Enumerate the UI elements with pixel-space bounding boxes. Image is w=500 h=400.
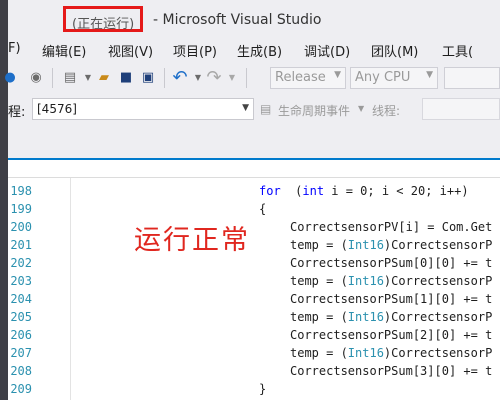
code-text: temp = ( xyxy=(290,274,348,288)
thread-select[interactable] xyxy=(422,98,500,120)
platform-value: Any CPU xyxy=(355,70,411,85)
code-line: CorrectsensorPSum[1][0] += t xyxy=(290,292,492,306)
dropdown-arrow-icon[interactable]: ▼ xyxy=(190,70,206,86)
chevron-down-icon: ▼ xyxy=(426,70,433,80)
menu-project[interactable]: 项目(P) xyxy=(173,41,217,60)
editor-navigation-bar xyxy=(8,160,500,178)
code-keyword: for xyxy=(259,184,281,198)
redo-icon[interactable]: ↷ xyxy=(206,69,222,87)
dropdown-arrow-icon[interactable]: ▼ xyxy=(224,70,240,86)
toolbar-separator xyxy=(246,68,247,88)
code-text: temp = ( xyxy=(290,346,348,360)
title-bar: (正在运行) - Microsoft Visual Studio xyxy=(8,0,500,38)
code-text: )CorrectsensorP xyxy=(383,310,493,324)
code-text: temp = ( xyxy=(290,238,348,252)
code-text: CorrectsensorPSum[3][0] += t xyxy=(290,364,493,378)
chevron-down-icon: ▼ xyxy=(242,103,249,113)
code-editor[interactable]: 198 199 200 201 202 203 204 205 206 207 … xyxy=(8,160,500,400)
save-icon[interactable]: ■ xyxy=(118,70,134,86)
code-text: )CorrectsensorP xyxy=(383,274,493,288)
process-value: [4576] xyxy=(37,102,77,116)
code-text: CorrectsensorPSum[2][0] += t xyxy=(290,328,493,342)
code-line: } xyxy=(259,382,266,396)
running-normally-annotation: 运行正常 xyxy=(134,225,250,256)
solution-platform-select[interactable]: Any CPU ▼ xyxy=(350,67,438,89)
open-file-icon[interactable]: ▰ xyxy=(96,70,112,86)
code-line: CorrectsensorPSum[2][0] += t xyxy=(290,328,492,342)
code-line: temp = (Int16)CorrectsensorP xyxy=(290,346,492,360)
menu-file[interactable]: F) xyxy=(8,41,21,56)
toolbar-extra-select[interactable] xyxy=(444,67,500,89)
code-text: i = 0; i < 20; i++) xyxy=(324,184,469,198)
code-line: temp = (Int16)CorrectsensorP xyxy=(290,238,492,252)
save-all-icon[interactable]: ▣ xyxy=(140,70,156,86)
code-line: CorrectsensorPSum[0][0] += t xyxy=(290,256,492,270)
undo-icon[interactable]: ↶ xyxy=(172,69,188,87)
back-icon[interactable]: ● xyxy=(2,70,18,86)
code-text: )CorrectsensorP xyxy=(383,238,493,252)
lifecycle-events-icon[interactable]: ▤ xyxy=(260,102,271,116)
window-title: - Microsoft Visual Studio xyxy=(153,12,322,28)
thread-label: 线程: xyxy=(372,104,401,118)
menu-edit[interactable]: 编辑(E) xyxy=(42,41,86,60)
code-line: CorrectsensorPSum[3][0] += t xyxy=(290,364,492,378)
code-text: CorrectsensorPV[i] = Com.Get xyxy=(290,220,493,234)
code-text: ( xyxy=(280,184,303,198)
code-text: { xyxy=(259,202,267,216)
lifecycle-events-button[interactable]: 生命周期事件 xyxy=(278,102,350,119)
running-status-highlight: (正在运行) xyxy=(63,6,144,32)
code-text: CorrectsensorPSum[0][0] += t xyxy=(290,256,493,270)
dropdown-arrow-icon[interactable]: ▼ xyxy=(80,70,96,86)
left-panel-edge xyxy=(0,0,8,400)
code-line: temp = (Int16)CorrectsensorP xyxy=(290,274,492,288)
debug-location-toolbar: 程: [4576] ▼ ▤ 生命周期事件 ▼ 线程: xyxy=(8,94,500,124)
configuration-value: Release xyxy=(275,70,326,85)
code-type: Int16 xyxy=(347,238,384,252)
dropdown-arrow-icon[interactable]: ▼ xyxy=(358,104,364,113)
menu-view[interactable]: 视图(V) xyxy=(108,41,153,60)
menu-team[interactable]: 团队(M) xyxy=(371,41,418,60)
code-text-area[interactable]: for (int i = 0; i < 20; i++) { Correctsens… xyxy=(8,178,500,400)
code-text: CorrectsensorPSum[1][0] += t xyxy=(290,292,493,306)
code-line: temp = (Int16)CorrectsensorP xyxy=(290,310,492,324)
code-line: { xyxy=(259,202,266,216)
process-select[interactable]: [4576] ▼ xyxy=(32,98,254,120)
standard-toolbar: ● ◉ ▤ ▼ ▰ ■ ▣ ↶ ▼ ↷ ▼ Release ▼ Any CPU … xyxy=(4,62,500,94)
code-type: Int16 xyxy=(347,346,384,360)
new-project-icon[interactable]: ▤ xyxy=(62,70,78,86)
document-tab-strip xyxy=(8,124,500,158)
solution-configuration-select[interactable]: Release ▼ xyxy=(270,67,346,89)
toolbar-separator xyxy=(164,68,165,88)
menu-bar: F) 编辑(E) 视图(V) 项目(P) 生成(B) 调试(D) 团队(M) 工… xyxy=(8,38,500,62)
code-keyword: int xyxy=(302,184,325,198)
menu-build[interactable]: 生成(B) xyxy=(237,41,282,60)
code-text: temp = ( xyxy=(290,310,348,324)
forward-icon[interactable]: ◉ xyxy=(28,70,44,86)
code-line: CorrectsensorPV[i] = Com.Get xyxy=(290,220,492,234)
code-text: )CorrectsensorP xyxy=(383,346,493,360)
process-label: 程: xyxy=(8,105,26,120)
menu-debug[interactable]: 调试(D) xyxy=(304,41,350,60)
code-text: } xyxy=(259,382,267,396)
chevron-down-icon: ▼ xyxy=(334,70,341,80)
menu-tools[interactable]: 工具( xyxy=(442,41,473,60)
code-line: for (int i = 0; i < 20; i++) xyxy=(259,184,469,198)
code-type: Int16 xyxy=(347,310,384,324)
code-type: Int16 xyxy=(347,274,384,288)
toolbar-separator xyxy=(52,68,53,88)
